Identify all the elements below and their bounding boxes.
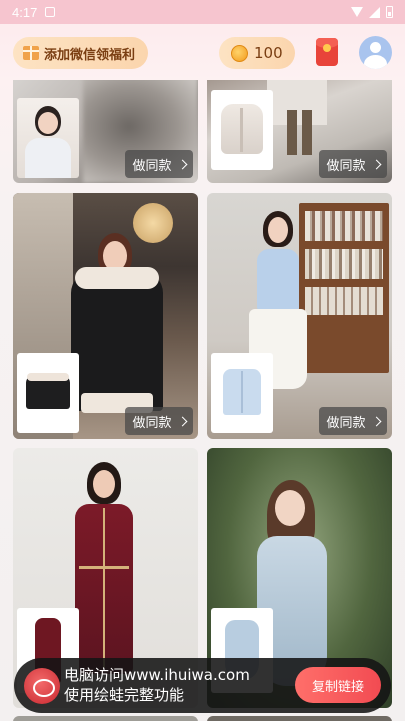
coin-count: 100	[254, 44, 283, 62]
make-similar-button[interactable]: 做同款	[319, 150, 387, 178]
add-wechat-label: 添加微信领福利	[44, 47, 136, 63]
red-packet-icon[interactable]	[316, 38, 338, 66]
make-similar-label: 做同款	[132, 415, 172, 431]
outfit-feed[interactable]: 做同款 做同款 做同款 做同款	[0, 80, 405, 721]
chevron-right-icon	[371, 416, 381, 426]
garment-thumbnail[interactable]	[17, 353, 79, 433]
copy-link-button[interactable]: 复制链接	[295, 667, 381, 703]
promo-line-1: 电脑访问www.ihuiwa.com	[64, 666, 250, 684]
outfit-card[interactable]: 做同款	[207, 80, 392, 183]
outfit-card[interactable]: 做同款	[207, 193, 392, 439]
outfit-card[interactable]	[207, 716, 392, 721]
garment-thumbnail[interactable]	[211, 353, 273, 433]
garment-thumbnail[interactable]	[17, 98, 79, 178]
chevron-right-icon	[371, 159, 381, 169]
coin-balance-button[interactable]: 100	[219, 37, 295, 69]
make-similar-label: 做同款	[326, 415, 366, 431]
outfit-card[interactable]: 做同款	[13, 80, 198, 183]
battery-icon	[386, 6, 393, 18]
make-similar-button[interactable]: 做同款	[125, 150, 193, 178]
avatar[interactable]	[359, 36, 392, 69]
wifi-icon	[351, 7, 363, 17]
signal-icon	[369, 6, 380, 18]
make-similar-button[interactable]: 做同款	[319, 407, 387, 435]
top-header: 添加微信领福利 100	[0, 24, 405, 80]
make-similar-label: 做同款	[326, 158, 366, 174]
app-logo-icon	[24, 668, 60, 704]
status-icons	[351, 6, 393, 18]
desktop-promo-banner: 电脑访问www.ihuiwa.com 使用绘蛙完整功能 复制链接	[14, 658, 391, 713]
promo-text: 电脑访问www.ihuiwa.com 使用绘蛙完整功能	[64, 665, 250, 705]
chevron-right-icon	[177, 159, 187, 169]
add-wechat-button[interactable]: 添加微信领福利	[13, 37, 148, 69]
make-similar-button[interactable]: 做同款	[125, 407, 193, 435]
gift-icon	[23, 46, 39, 60]
promo-line-2: 使用绘蛙完整功能	[64, 686, 185, 704]
coin-icon	[231, 44, 248, 62]
status-bar: 4:17	[0, 0, 405, 24]
garment-thumbnail[interactable]	[211, 90, 273, 170]
outfit-card[interactable]: 做同款	[13, 193, 198, 439]
status-time: 4:17	[12, 4, 38, 20]
notification-icon	[45, 7, 56, 17]
chevron-right-icon	[177, 416, 187, 426]
make-similar-label: 做同款	[132, 158, 172, 174]
outfit-card[interactable]	[13, 716, 198, 721]
